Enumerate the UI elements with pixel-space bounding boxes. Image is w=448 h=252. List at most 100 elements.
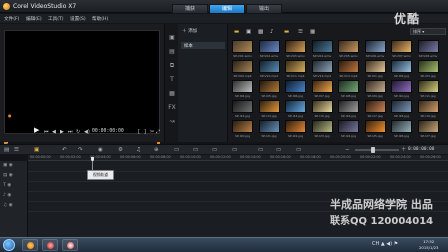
title-track-icon[interactable]: T ◉ bbox=[3, 183, 11, 188]
add-folder-button[interactable]: ＋ 添加 bbox=[182, 28, 197, 34]
split-clip-button[interactable]: ✂ bbox=[150, 128, 154, 136]
step-tab-0[interactable]: 捕获 bbox=[172, 4, 208, 13]
menu-item-2[interactable]: 工具(T) bbox=[48, 16, 64, 22]
media-thumbnail[interactable]: SP-I14.jpg bbox=[285, 100, 306, 119]
media-thumbnail[interactable]: SP-I05.jpg bbox=[258, 80, 280, 99]
start-button[interactable] bbox=[3, 239, 15, 251]
screen-capture-icon[interactable]: ▭ bbox=[212, 146, 217, 154]
overlay-track-icon[interactable]: ▤ ◉ bbox=[3, 173, 13, 178]
zoom-slider-track[interactable] bbox=[355, 149, 399, 151]
music-track-icon[interactable]: ♫ ◉ bbox=[3, 203, 13, 208]
instant-project-icon[interactable]: ▤ bbox=[168, 48, 176, 56]
sound-mixer-icon[interactable]: ⚙ bbox=[118, 146, 123, 154]
zoom-slider-knob[interactable] bbox=[371, 147, 375, 153]
media-thumbnail[interactable]: SP-I22.jpg bbox=[285, 120, 306, 139]
ripple-edit-icon[interactable]: ▭ bbox=[276, 146, 281, 154]
menu-item-4[interactable]: 帮助(H) bbox=[92, 16, 108, 22]
media-thumbnail[interactable]: SP-I03.jpg bbox=[417, 60, 439, 79]
media-thumbnail[interactable]: SP-I02.jpg bbox=[391, 60, 412, 79]
media-thumbnail[interactable]: SP-V07.wmv bbox=[391, 40, 412, 59]
list-view-icon[interactable]: ☰ bbox=[298, 28, 303, 36]
media-thumbnail[interactable]: SP-I11.jpg bbox=[417, 80, 439, 99]
media-thumbnail[interactable]: SP-V05.wmv bbox=[338, 40, 359, 59]
step-tab-2[interactable]: 输出 bbox=[246, 4, 282, 13]
media-thumbnail[interactable]: SP-I10.jpg bbox=[391, 80, 412, 99]
taskbar-app-3[interactable] bbox=[62, 239, 78, 251]
show-video-icon[interactable]: ▣ bbox=[246, 28, 251, 36]
snap-icon[interactable]: ▭ bbox=[258, 146, 263, 154]
video-track-icon[interactable]: ▣ ◉ bbox=[3, 163, 13, 168]
subtitle-editor-icon[interactable]: ▭ bbox=[174, 146, 179, 154]
redo-icon[interactable]: ↷ bbox=[78, 146, 83, 154]
menu-item-3[interactable]: 设置(S) bbox=[70, 16, 86, 22]
auto-music-icon[interactable]: ♫ bbox=[136, 146, 141, 154]
title-track[interactable] bbox=[28, 191, 448, 192]
show-audio-icon[interactable]: ♪ bbox=[270, 28, 274, 36]
track-manager-icon[interactable]: ▣ bbox=[34, 146, 39, 154]
media-thumbnail[interactable]: SP-V10.mp4 bbox=[258, 60, 280, 79]
media-thumbnail[interactable]: SP-V12.mp4 bbox=[311, 60, 333, 79]
browse-folder-icon[interactable]: ▬ bbox=[284, 28, 289, 36]
motion-tracking-icon[interactable]: ⊕ bbox=[154, 146, 159, 154]
media-thumbnail[interactable]: SP-I08.jpg bbox=[338, 80, 359, 99]
repeat-button[interactable]: ↻ bbox=[76, 128, 80, 136]
sort-dropdown[interactable]: 排序 ▾ bbox=[410, 28, 446, 35]
folder-item-samples[interactable]: 样本 bbox=[181, 42, 225, 49]
voice-track-icon[interactable]: ♪ ◉ bbox=[3, 193, 11, 198]
media-thumbnail[interactable]: SP-I17.jpg bbox=[364, 100, 386, 119]
taskbar-app-1[interactable] bbox=[22, 239, 38, 251]
volume-icon[interactable]: ◀) bbox=[84, 128, 90, 136]
import-folder-icon[interactable]: ▬ bbox=[234, 28, 239, 36]
end-button[interactable]: ⏭ bbox=[68, 128, 73, 136]
graphic-category-icon[interactable]: ▦ bbox=[168, 90, 176, 98]
media-thumbnail[interactable]: SP-I26.jpg bbox=[391, 120, 412, 139]
enlarge-preview-icon[interactable]: ⤢ bbox=[156, 128, 160, 136]
title-category-icon[interactable]: T bbox=[168, 76, 176, 84]
media-thumbnail[interactable]: SP-I23.jpg bbox=[311, 120, 333, 139]
media-thumbnail[interactable]: SP-I16.jpg bbox=[338, 100, 359, 119]
filter-category-icon[interactable]: FX bbox=[168, 104, 176, 112]
multi-trim-icon[interactable]: ▭ bbox=[193, 146, 198, 154]
storyboard-view-icon[interactable]: ▤ bbox=[4, 146, 9, 154]
next-frame-button[interactable]: ▶ bbox=[60, 128, 64, 136]
media-thumbnail[interactable]: SP-I12.jpg bbox=[232, 100, 253, 119]
taskbar-app-2[interactable] bbox=[42, 239, 58, 251]
media-thumbnail[interactable]: SP-I07.jpg bbox=[311, 80, 333, 99]
paint-creator-icon[interactable]: ▭ bbox=[232, 146, 237, 154]
system-tray[interactable]: CH ▲ ◀) ⚑ bbox=[372, 241, 398, 247]
media-thumbnail[interactable]: SP-I27.jpg bbox=[417, 120, 439, 139]
menu-item-1[interactable]: 编辑(E) bbox=[26, 16, 42, 22]
media-thumbnail[interactable]: SP-I15.jpg bbox=[311, 100, 333, 119]
media-thumbnail[interactable]: SP-I01.jpg bbox=[364, 60, 386, 79]
media-category-icon[interactable]: ▣ bbox=[168, 34, 176, 42]
media-thumbnail[interactable]: SP-I06.jpg bbox=[285, 80, 306, 99]
timeline-timecode[interactable]: 0:00:00:00 bbox=[408, 147, 434, 152]
zoom-in-icon[interactable]: ＋ bbox=[401, 146, 407, 154]
show-photo-icon[interactable]: ▩ bbox=[258, 28, 263, 36]
media-thumbnail[interactable]: SP-V02.wmv bbox=[258, 40, 280, 59]
timeline-view-icon[interactable]: ☰ bbox=[14, 146, 19, 154]
media-thumbnail[interactable]: SP-I18.jpg bbox=[391, 100, 412, 119]
media-thumbnail[interactable]: SP-I25.jpg bbox=[364, 120, 386, 139]
path-category-icon[interactable]: ↝ bbox=[168, 118, 176, 126]
chapter-point-icon[interactable]: ▭ bbox=[296, 146, 301, 154]
zoom-out-icon[interactable]: − bbox=[345, 146, 350, 154]
media-thumbnail[interactable]: SP-V09.mp4 bbox=[232, 60, 253, 79]
media-thumbnail[interactable]: SP-V06.wmv bbox=[364, 40, 386, 59]
play-button[interactable]: ▶ bbox=[34, 126, 39, 134]
step-tab-1[interactable]: 编辑 bbox=[209, 4, 245, 13]
thumbnail-view-icon[interactable]: ▦ bbox=[310, 28, 315, 36]
media-thumbnail[interactable]: SP-V08.wmv bbox=[417, 40, 439, 59]
mark-in-button[interactable]: [ bbox=[138, 128, 140, 136]
project-mode-icon[interactable]: ● bbox=[8, 112, 12, 120]
media-thumbnail[interactable]: SP-I13.jpg bbox=[258, 100, 280, 119]
media-thumbnail[interactable]: SP-V03.wmv bbox=[285, 40, 306, 59]
media-thumbnail[interactable]: SP-V11.mp4 bbox=[285, 60, 306, 79]
home-button[interactable]: ⏮ bbox=[44, 128, 49, 136]
media-thumbnail[interactable]: SP-I24.jpg bbox=[338, 120, 359, 139]
mark-out-button[interactable]: ] bbox=[144, 128, 146, 136]
undo-icon[interactable]: ↶ bbox=[62, 146, 67, 154]
media-thumbnail[interactable]: SP-V13.mp4 bbox=[338, 60, 359, 79]
media-thumbnail[interactable]: SP-I19.jpg bbox=[417, 100, 439, 119]
record-capture-icon[interactable]: ◉ bbox=[98, 146, 103, 154]
